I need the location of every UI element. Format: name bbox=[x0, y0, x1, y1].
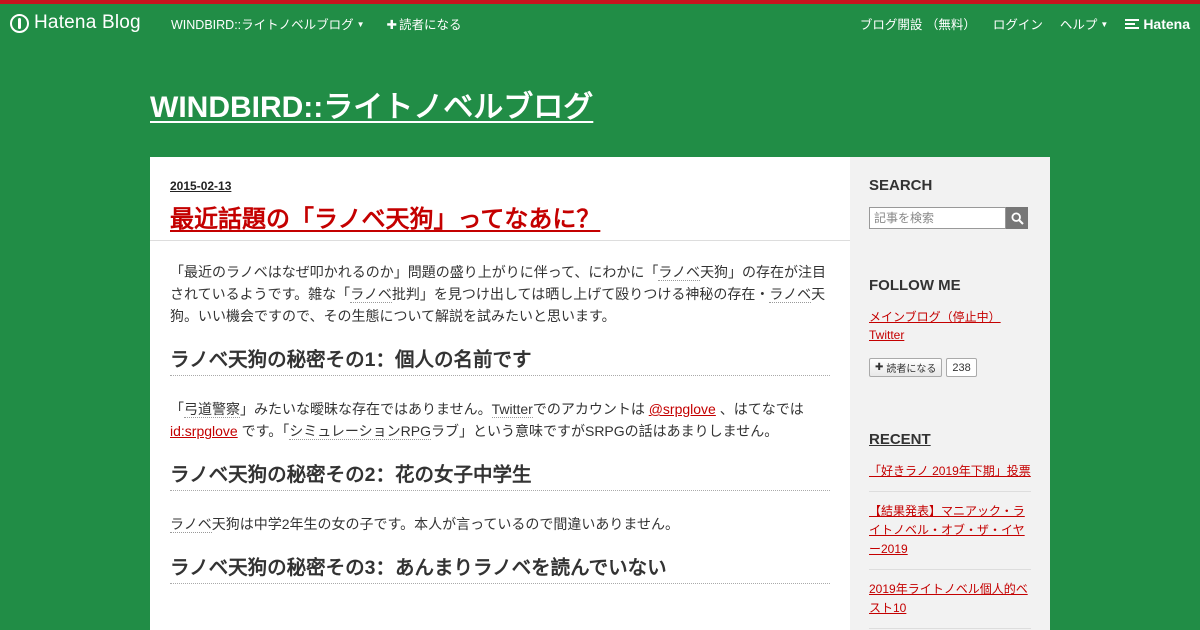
keyword-link[interactable]: ラノベ bbox=[658, 264, 701, 281]
entry-header: 2015-02-13 最近話題の「ラノベ天狗」ってなあに？ bbox=[150, 157, 850, 241]
recent-entry-link[interactable]: 「好きラノ 2019年下期」投票 bbox=[869, 462, 1031, 492]
subscribe-widget: ✚ 読者になる 238 bbox=[869, 358, 1031, 377]
search-module-title: SEARCH bbox=[869, 177, 933, 194]
subscribe-button[interactable]: ✚ 読者になる bbox=[387, 14, 462, 33]
hatena-logo-icon bbox=[1125, 18, 1140, 29]
recent-module-title[interactable]: RECENT bbox=[869, 431, 1031, 448]
caret-down-icon: ▼ bbox=[1100, 20, 1109, 29]
text-span: です。「 bbox=[237, 423, 290, 439]
keyword-link[interactable]: ラノベ bbox=[170, 516, 212, 533]
section-1-paragraph: 「弓道警察」みたいな曖昧な存在ではありません。Twitterでのアカウントは @… bbox=[170, 398, 830, 442]
keyword-link[interactable]: シミュレーションRPG bbox=[289, 423, 431, 440]
text-span: 「最近のラノベはなぜ叩かれるのか」問題の盛り上がりに伴って、にわかに「 bbox=[170, 264, 659, 280]
sidebar-subscribe-label: 読者になる bbox=[886, 364, 937, 375]
hatena-id-link[interactable]: id:srpglove bbox=[170, 423, 238, 439]
plus-icon: ✚ bbox=[875, 362, 884, 373]
open-blog-link[interactable]: ブログ開設 （無料） bbox=[860, 14, 976, 33]
keyword-link[interactable]: ラノベ bbox=[350, 286, 392, 303]
help-label: ヘルプ bbox=[1059, 18, 1098, 32]
hatena-blog-logo-text: Hatena Blog bbox=[34, 12, 141, 33]
entry-title-link[interactable]: 最近話題の「ラノベ天狗」ってなあに？ bbox=[170, 199, 830, 234]
hatena-blog-logo[interactable]: Hatena Blog bbox=[10, 11, 141, 35]
blog-menu-label: WINDBIRD::ライトノベルブログ bbox=[171, 18, 354, 32]
follow-module: FOLLOW ME メインブログ（停止中） Twitter ✚ 読者になる 238 bbox=[869, 277, 1031, 377]
search-icon bbox=[1010, 211, 1024, 225]
recent-entry-link[interactable]: 【結果発表】マニアック・ライトノベル・オブ・ザ・イヤー2019 bbox=[869, 502, 1031, 570]
top-bar-left-nav: WINDBIRD::ライトノベルブログ ▼ ✚ 読者になる bbox=[171, 14, 462, 33]
keyword-link[interactable]: ラノベ bbox=[769, 286, 812, 303]
blog-title-link[interactable]: WINDBIRD::ライトノベルブログ bbox=[150, 82, 593, 126]
subscribe-label: 読者になる bbox=[399, 18, 462, 32]
hatena-blog-logo-icon bbox=[10, 13, 29, 33]
recent-module: RECENT 「好きラノ 2019年下期」投票 【結果発表】マニアック・ライトノ… bbox=[869, 431, 1031, 629]
plus-icon: ✚ bbox=[386, 18, 398, 32]
entry-date-link[interactable]: 2015-02-13 bbox=[170, 179, 231, 193]
hatena-logo-text: Hatena bbox=[1143, 15, 1190, 32]
top-bar-right-nav: ブログ開設 （無料） ログイン ヘルプ ▼ Hatena bbox=[860, 14, 1190, 33]
search-form bbox=[869, 207, 1031, 229]
recent-entry-link[interactable]: 2019年ライトノベル個人的ベスト10 bbox=[869, 580, 1031, 629]
sidebar-subscribe-button[interactable]: ✚ 読者になる bbox=[869, 358, 943, 377]
main-blog-link[interactable]: メインブログ（停止中） bbox=[869, 308, 1031, 326]
login-link[interactable]: ログイン bbox=[993, 14, 1043, 33]
section-heading-1: ラノベ天狗の秘密その1：個人の名前です bbox=[170, 349, 830, 376]
sidebar: SEARCH FOLLOW ME メインブログ（停止中） Twitter ✚読者… bbox=[850, 157, 1050, 630]
text-span: 天狗は中学2年生の女の子です。本人が言っているので間違いありません。 bbox=[211, 516, 679, 532]
entry-intro-paragraph: 「最近のラノベはなぜ叩かれるのか」問題の盛り上がりに伴って、にわかに「ラノベ天狗… bbox=[170, 261, 830, 327]
recent-list: 「好きラノ 2019年下期」投票 【結果発表】マニアック・ライトノベル・オブ・ザ… bbox=[869, 462, 1031, 629]
subscriber-count: 238 bbox=[946, 358, 977, 377]
section-heading-3: ラノベ天狗の秘密その3：あんまりラノベを読んでいない bbox=[170, 557, 830, 584]
hatena-logo-link[interactable]: Hatena bbox=[1125, 16, 1190, 32]
text-span: 、はてなでは bbox=[715, 401, 804, 417]
blog-menu-dropdown[interactable]: WINDBIRD::ライトノベルブログ ▼ bbox=[171, 14, 365, 33]
twitter-link[interactable]: Twitter bbox=[869, 326, 1031, 344]
text-span: 」みたいな曖昧な存在ではありません。 bbox=[240, 401, 492, 417]
help-dropdown[interactable]: ヘルプ ▼ bbox=[1060, 14, 1108, 33]
hatena-top-bar: Hatena Blog WINDBIRD::ライトノベルブログ ▼ ✚ 読者になる … bbox=[0, 0, 1200, 44]
twitter-account-link[interactable]: @srpglove bbox=[649, 401, 716, 417]
follow-module-title: FOLLOW ME bbox=[869, 277, 961, 294]
section-heading-2: ラノベ天狗の秘密その2：花の女子中学生 bbox=[170, 464, 830, 491]
article-main: 2015-02-13 最近話題の「ラノベ天狗」ってなあに？ 「最近のラノベはなぜ… bbox=[150, 157, 850, 630]
follow-links: メインブログ（停止中） Twitter bbox=[869, 308, 1031, 344]
keyword-link[interactable]: 弓道警察 bbox=[184, 401, 240, 418]
keyword-link[interactable]: Twitter bbox=[491, 401, 533, 418]
text-span: 「 bbox=[170, 401, 184, 417]
text-span: ラブ」という意味ですがSRPGの話はあまりしません。 bbox=[430, 423, 779, 439]
text-span: でのアカウントは bbox=[532, 401, 649, 417]
caret-down-icon: ▼ bbox=[356, 20, 365, 29]
text-span: 批判」を見つけ出しては晒し上げて殴りつける神秘の存在・ bbox=[391, 286, 770, 302]
entry-body: 「最近のラノベはなぜ叩かれるのか」問題の盛り上がりに伴って、にわかに「ラノベ天狗… bbox=[150, 241, 850, 584]
search-button[interactable] bbox=[1006, 207, 1028, 229]
section-2-paragraph: ラノベ天狗は中学2年生の女の子です。本人が言っているので間違いありません。 bbox=[170, 513, 830, 535]
search-input[interactable] bbox=[869, 207, 1006, 229]
